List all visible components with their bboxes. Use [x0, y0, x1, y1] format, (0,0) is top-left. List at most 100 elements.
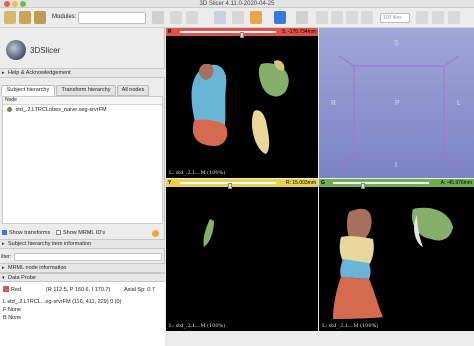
- modules-selector[interactable]: [78, 12, 146, 24]
- loop-icon[interactable]: [361, 11, 373, 24]
- extension-icon[interactable]: [416, 11, 428, 24]
- show-transforms-label: Show transforms: [9, 230, 51, 236]
- expand-arrow-icon: ▸: [2, 241, 5, 247]
- save-icon[interactable]: [34, 11, 46, 24]
- next-module-icon[interactable]: [186, 11, 198, 24]
- data-probe-panel: Red (R 112.5, P 160.6, I 170.7) Axial Sp…: [0, 281, 165, 346]
- help-section-header[interactable]: ▸ Help & Acknowledgement: [0, 68, 165, 78]
- three-d-label-S: S: [394, 40, 399, 47]
- probe-axial-spacing: Axial Sp: 0.7: [124, 287, 155, 293]
- filter-input[interactable]: [14, 253, 162, 261]
- yellow-view-tag: Y: [168, 180, 172, 186]
- green-orange-segment: [333, 277, 383, 319]
- three-d-label-R: R: [331, 100, 337, 107]
- title-bar: 3D Slicer 4.11.0-2020-04-25: [0, 0, 474, 8]
- first-frame-icon[interactable]: [316, 11, 328, 24]
- tab-transform-hierarchy[interactable]: Transform hierarchy: [56, 85, 116, 96]
- tab-subject-hierarchy[interactable]: Subject hierarchy: [1, 85, 55, 96]
- tab-all-nodes[interactable]: All nodes: [117, 85, 149, 96]
- green-slice-offset: A: -45.976mm: [440, 180, 472, 186]
- crosshair-icon[interactable]: [250, 11, 262, 24]
- show-mrml-ids-option[interactable]: Show MRML ID's: [56, 229, 105, 237]
- yellow-slice-controller: Y R: 15.003mm: [166, 179, 318, 189]
- three-d-label-L: L: [457, 100, 461, 107]
- help-icon[interactable]: [152, 230, 159, 237]
- subject-info-section-header[interactable]: ▸ Subject hierarchy item information: [0, 239, 165, 249]
- layout-icon[interactable]: [214, 11, 226, 24]
- yellow-slice-image: [203, 219, 214, 247]
- filter-label: ilter:: [1, 254, 12, 260]
- red-slice-controller: R S: -170.734mm: [166, 28, 318, 38]
- red-view-swatch: [3, 286, 9, 292]
- tree-item[interactable]: std_.2.LTRCLobes_naive.seg-srvrFM: [3, 106, 162, 114]
- green-slice-view[interactable]: G A: -45.976mm L: std_.2.L...M (100%): [319, 179, 474, 331]
- slicer-logo-icon: [6, 40, 26, 60]
- window-level-icon[interactable]: [296, 11, 308, 24]
- probe-layer-L: L std_.2.LTRCL...eg-srvrFM (116, 411, 22…: [3, 299, 122, 305]
- slicer-logo-text: 3DSlicer: [30, 46, 61, 55]
- previous-module-icon[interactable]: [170, 11, 182, 24]
- left-lower-lobe-orange: [192, 119, 228, 146]
- view-options-icon[interactable]: [274, 11, 286, 24]
- tree-column-header[interactable]: Node: [3, 97, 162, 105]
- red-slice-offset: S: -170.734mm: [281, 29, 316, 35]
- yellow-slice-offset: R: 15.003mm: [285, 180, 316, 186]
- window-title: 3D Slicer 4.11.0-2020-04-25: [199, 1, 275, 7]
- probe-layer-L-value: std_.2.LTRCL...eg-srvrFM (116, 411, 229)…: [7, 299, 122, 305]
- hierarchy-tabs: Subject hierarchy Transform hierarchy Al…: [0, 85, 165, 96]
- subject-hierarchy-tree[interactable]: Node std_.2.LTRCLobes_naive.seg-srvrFM: [2, 96, 163, 224]
- logo-area: 3DSlicer: [0, 28, 165, 68]
- tree-item-label: std_.2.LTRCLobes_naive.seg-srvrFM: [15, 107, 107, 113]
- expand-arrow-icon: ▸: [2, 70, 5, 76]
- yellow-green-segment: [203, 219, 214, 247]
- probe-layer-F: F None: [3, 307, 22, 313]
- show-transforms-checkbox[interactable]: [2, 230, 7, 235]
- probe-view-name: Red: [11, 287, 22, 293]
- load-data-icon[interactable]: [4, 11, 16, 24]
- mrml-info-section-header[interactable]: ▸ MRML node information: [0, 263, 165, 273]
- green-slice-slider[interactable]: [333, 182, 429, 189]
- red-slice-image: [191, 60, 289, 154]
- show-mrml-ids-label: Show MRML ID's: [63, 230, 106, 236]
- red-slice-slider[interactable]: [180, 31, 276, 38]
- three-d-label-I: I: [395, 162, 397, 169]
- green-view-caption: L: std_.2.L...M (100%): [322, 323, 379, 329]
- expand-arrow-icon: ▸: [2, 265, 5, 271]
- probe-layer-B: B None: [3, 315, 22, 321]
- yellow-slice-slider[interactable]: [180, 182, 276, 189]
- main-toolbar: Modules: 100 files: [0, 8, 474, 28]
- modules-label: Modules:: [52, 14, 77, 20]
- red-slice-view[interactable]: R S: -170.734mm L: std_.2.L...M (100%): [166, 28, 318, 178]
- help-section-label: Help & Acknowledgement: [8, 70, 71, 76]
- play-icon[interactable]: [331, 11, 343, 24]
- red-view-caption: L: std_.2.L...M (100%): [169, 170, 226, 176]
- last-frame-icon[interactable]: [346, 11, 358, 24]
- module-history-icon[interactable]: [152, 11, 164, 24]
- right-middle-lobe-tan: [251, 110, 270, 154]
- green-slice-image: [333, 207, 453, 319]
- settings-icon[interactable]: [448, 11, 460, 24]
- green-view-tag: G: [321, 180, 325, 186]
- mrml-info-section-label: MRML node information: [8, 265, 67, 271]
- probe-layer-B-value: None: [8, 315, 22, 321]
- green-slice-controller: G A: -45.976mm: [319, 179, 474, 189]
- show-transforms-option[interactable]: Show transforms: [2, 229, 50, 237]
- search-field[interactable]: 100 files: [380, 13, 410, 23]
- probe-view-row: Red: [3, 286, 21, 294]
- three-d-label-P: P: [395, 100, 400, 107]
- mouse-mode-icon[interactable]: [232, 11, 244, 24]
- red-view-tag: R: [168, 29, 172, 35]
- show-mrml-ids-checkbox[interactable]: [56, 230, 61, 235]
- dicom-icon[interactable]: [19, 11, 31, 24]
- probe-ras: (R 112.5, P 160.6, I 170.7): [46, 287, 111, 293]
- three-d-box: [338, 55, 460, 169]
- python-icon[interactable]: [432, 11, 444, 24]
- yellow-view-caption: L: std_.2.L...M (100%): [169, 323, 226, 329]
- probe-layer-F-value: None: [7, 307, 22, 313]
- three-d-controller: [319, 28, 474, 36]
- module-panel: 3DSlicer ▸ Help & Acknowledgement Subjec…: [0, 28, 165, 346]
- segmentation-icon: [7, 107, 12, 112]
- three-d-view[interactable]: S R P L I: [319, 28, 474, 178]
- subject-info-section-label: Subject hierarchy item information: [8, 241, 92, 247]
- yellow-slice-view[interactable]: Y R: 15.003mm L: std_.2.L...M (100%): [166, 179, 318, 331]
